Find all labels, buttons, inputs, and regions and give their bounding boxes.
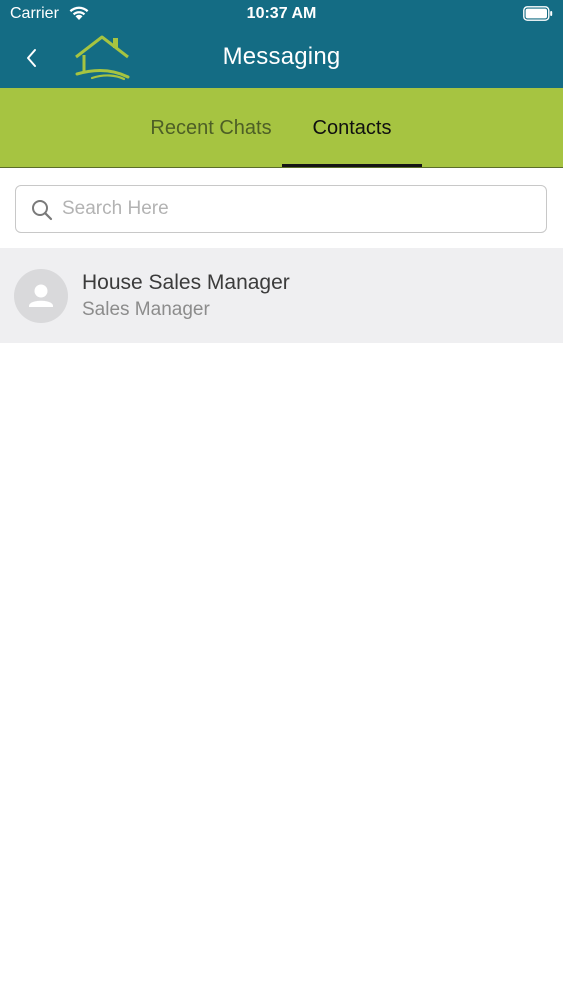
contact-role: Sales Manager [82,299,210,320]
search-input[interactable] [62,194,532,224]
search-box[interactable] [15,185,547,233]
tab-bar: Recent Chats Contacts [0,88,563,168]
app-header: Carrier 10:37 AM Messaging [0,0,563,88]
page-title: Messaging [222,43,341,70]
contact-name: House Sales Manager [82,271,290,294]
tab-recent-chats[interactable]: Recent Chats [140,88,282,168]
selected-tab-indicator [282,164,422,167]
navigation-bar: Messaging [0,30,563,88]
person-icon [29,284,53,307]
tab-contacts[interactable]: Contacts [282,88,422,168]
search-icon [32,200,53,221]
clock: 10:37 AM [246,5,317,22]
battery-icon [523,6,553,21]
status-bar: Carrier 10:37 AM [0,0,563,30]
avatar [14,269,68,323]
contact-list-item[interactable]: House Sales Manager Sales Manager [0,248,563,343]
